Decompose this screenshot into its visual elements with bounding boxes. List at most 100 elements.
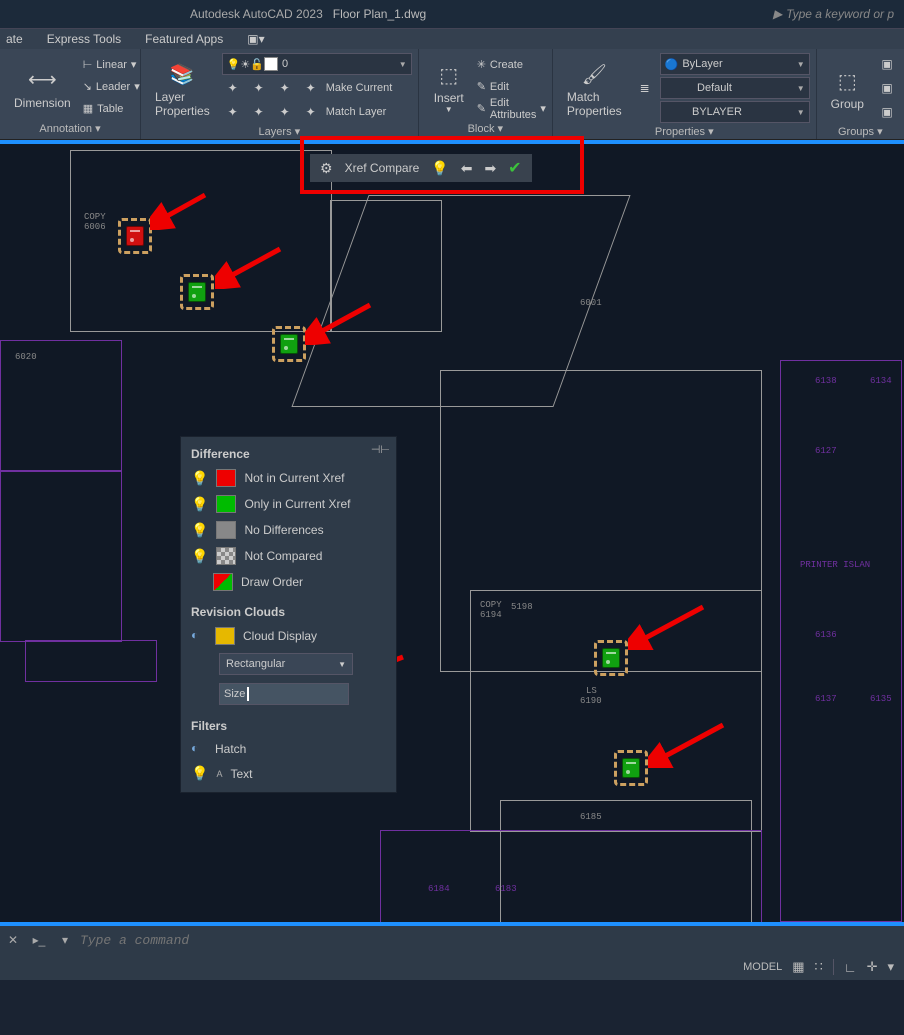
highlight-box	[300, 136, 584, 194]
tab-extra-icon[interactable]: ▣▾	[247, 32, 264, 46]
layer-tool-6[interactable]: ✦	[248, 101, 270, 123]
diff-no-differences: No Differences	[244, 523, 323, 537]
attr-icon: ✎	[477, 102, 486, 115]
table-button[interactable]: ▦Table	[83, 99, 140, 119]
bulb-icon[interactable]: 💡	[191, 765, 208, 782]
hatch-toggle-icon[interactable]: ◐	[191, 741, 207, 757]
grid-icon[interactable]: ▦	[792, 959, 804, 975]
swatch-green[interactable]	[216, 495, 236, 513]
dimension-button[interactable]: ⟷ Dimension	[6, 60, 79, 114]
difference-header: Difference	[181, 437, 396, 465]
polar-icon[interactable]: ✛	[867, 959, 878, 975]
panel-annotation-label[interactable]: Annotation ▾	[6, 120, 134, 135]
group-tool-1[interactable]: ▣	[876, 53, 898, 75]
layer-tool-3[interactable]: ✦	[274, 77, 296, 99]
arrow-annotation	[215, 244, 285, 289]
layer-tool-4[interactable]: ✦	[300, 77, 322, 99]
tab-annotate[interactable]: ate	[6, 32, 23, 46]
arrow-annotation	[628, 602, 708, 650]
bulb-icon[interactable]: 💡	[191, 496, 208, 513]
diff-draw-order: Draw Order	[241, 575, 303, 589]
cloud-shape-dropdown[interactable]: Rectangular▼	[219, 653, 353, 675]
color-dropdown[interactable]: 🔵ByLayer▼	[660, 53, 810, 75]
make-current-button[interactable]: Make Current	[326, 78, 393, 98]
group-tool-2[interactable]: ▣	[876, 77, 898, 99]
change-marker-green[interactable]	[180, 274, 214, 310]
layer-properties-button[interactable]: 📚 Layer Properties	[147, 54, 218, 122]
swatch-draworder[interactable]	[213, 573, 233, 591]
layers-icon: 📚	[166, 58, 198, 90]
close-cmdline-icon[interactable]: ✕	[0, 933, 26, 947]
room-num: 6020	[15, 352, 37, 362]
cloud-toggle-icon[interactable]: ◐	[191, 628, 207, 644]
match-layer-button[interactable]: Match Layer	[326, 102, 387, 122]
room-num: 6127	[815, 446, 837, 456]
swatch-yellow[interactable]	[215, 627, 235, 645]
color-wheel-icon: 🔵	[665, 58, 679, 71]
change-marker-green[interactable]	[272, 326, 306, 362]
bulb-icon[interactable]: 💡	[191, 522, 208, 539]
cloud-size-input[interactable]: Size	[219, 683, 349, 705]
room-num: 6190	[580, 696, 602, 706]
arrow-annotation	[305, 300, 375, 345]
diff-not-in-current: Not in Current Xref	[244, 471, 344, 485]
tab-express-tools[interactable]: Express Tools	[47, 32, 121, 46]
dropdown-icon[interactable]: ▾	[887, 959, 894, 975]
model-button[interactable]: MODEL	[743, 961, 782, 973]
file-name: Floor Plan_1.dwg	[333, 7, 426, 21]
swatch-gray[interactable]	[216, 521, 236, 539]
ortho-icon[interactable]: ∟	[844, 960, 857, 975]
room-num: 6194	[480, 610, 502, 620]
bulb-icon[interactable]: 💡	[191, 548, 208, 565]
layer-tool-1[interactable]: ✦	[222, 77, 244, 99]
command-input[interactable]	[78, 932, 582, 949]
layer-tool-7[interactable]: ✦	[274, 101, 296, 123]
cmd-history-icon[interactable]: ▾	[52, 933, 78, 947]
layer-tool-8[interactable]: ✦	[300, 101, 322, 123]
filters-header: Filters	[181, 709, 396, 737]
edit-block-button[interactable]: ✎Edit	[477, 77, 546, 97]
arrow-annotation	[648, 720, 728, 768]
bulb-icon[interactable]: 💡	[191, 470, 208, 487]
room-num: 6006	[84, 222, 106, 232]
room-num: 6135	[870, 694, 892, 704]
pin-icon[interactable]: ⊣⊢	[371, 443, 390, 456]
room-label: COPY	[480, 600, 502, 610]
edit-attributes-button[interactable]: ✎Edit Attributes ▾	[477, 99, 546, 119]
search-placeholder[interactable]: ▶Type a keyword or p	[773, 7, 894, 21]
room-num: 6001	[580, 298, 602, 308]
layer-tool-5[interactable]: ✦	[222, 101, 244, 123]
filter-text: Text	[230, 767, 252, 781]
room-label: LS	[586, 686, 597, 696]
room-num: 6136	[815, 630, 837, 640]
group-tool-3[interactable]: ▣	[876, 101, 898, 123]
change-marker-green[interactable]	[614, 750, 648, 786]
panel-properties-label[interactable]: Properties ▾	[559, 123, 810, 138]
swatch-checker[interactable]	[216, 547, 236, 565]
panel-block-label[interactable]: Block ▾	[425, 120, 546, 135]
leader-icon: ↘	[83, 80, 92, 93]
insert-icon: ⬚	[433, 59, 465, 91]
dimension-icon: ⟷	[26, 64, 58, 96]
linetype-dropdown[interactable]: BYLAYER▼	[660, 101, 810, 123]
diff-only-in-current: Only in Current Xref	[244, 497, 350, 511]
match-properties-button[interactable]: 🖌 Match Properties	[559, 54, 630, 122]
room-num: 6185	[580, 812, 602, 822]
lineweight-dropdown[interactable]: Default▼	[660, 77, 810, 99]
panel-groups-label[interactable]: Groups ▾	[823, 123, 898, 138]
cmd-prompt-icon[interactable]: ▸_	[26, 933, 52, 947]
layer-dropdown[interactable]: 💡☀🔓 0▼	[222, 53, 412, 75]
swatch-red[interactable]	[216, 469, 236, 487]
group-button[interactable]: ⬚ Group	[823, 61, 872, 115]
snap-icon[interactable]: ∷	[815, 959, 823, 975]
leader-button[interactable]: ↘Leader ▾	[83, 77, 140, 97]
prop-list-icon[interactable]: ≣	[634, 77, 656, 99]
xref-settings-panel: ⊣⊢ Difference 💡 Not in Current Xref 💡 Only…	[180, 436, 397, 793]
layer-tool-2[interactable]: ✦	[248, 77, 270, 99]
insert-button[interactable]: ⬚ Insert▼	[425, 55, 473, 118]
linear-button[interactable]: ⊢Linear ▾	[83, 55, 140, 75]
change-marker-red[interactable]	[118, 218, 152, 254]
change-marker-green[interactable]	[594, 640, 628, 676]
create-block-button[interactable]: ✳Create	[477, 55, 546, 75]
tab-featured-apps[interactable]: Featured Apps	[145, 32, 223, 46]
